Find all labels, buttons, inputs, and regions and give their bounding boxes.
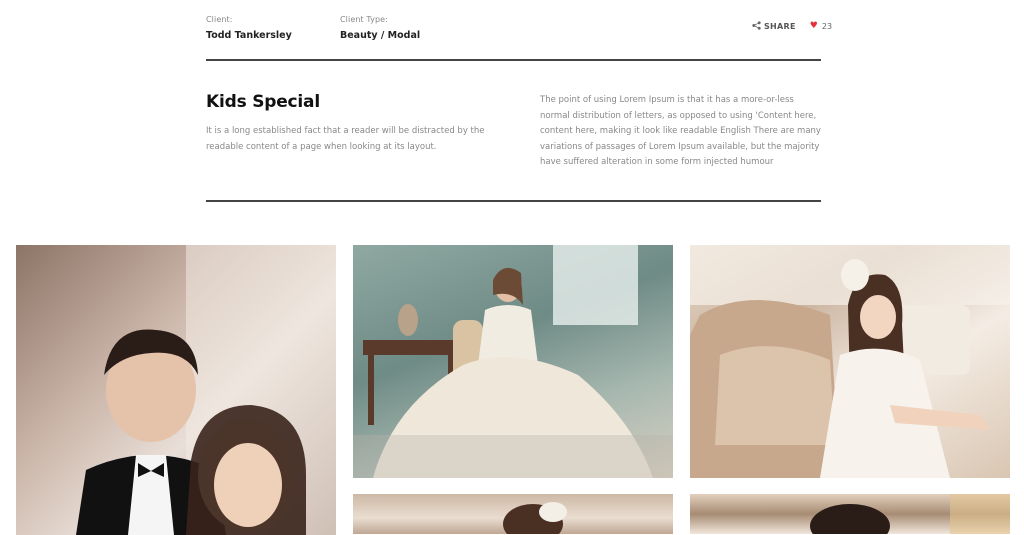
share-icon (752, 21, 761, 32)
share-button[interactable]: SHARE (752, 21, 796, 32)
project-description: The point of using Lorem Ipsum is that i… (540, 95, 821, 167)
bride-photo-4[interactable] (353, 494, 673, 534)
like-button[interactable]: ♥ 23 (809, 21, 833, 32)
client-type-label: Client Type: (340, 15, 388, 24)
bride-seated-by-window-photo[interactable] (353, 245, 673, 478)
divider-bottom (206, 200, 821, 202)
client-type-value: Beauty / Modal (340, 30, 421, 41)
share-label: SHARE (764, 22, 796, 31)
client-info: Client: Todd Tankersley (206, 15, 292, 41)
project-meta: Client: Todd Tankersley Client Type: Bea… (0, 0, 1024, 60)
bride-on-sofa-photo[interactable] (690, 245, 1010, 478)
heart-icon: ♥ (809, 21, 818, 31)
client-type-info: Client Type: Beauty / Modal (340, 15, 420, 41)
likes-count: 23 (821, 22, 833, 31)
couple-photo-5[interactable] (690, 494, 1010, 534)
couple-portrait-photo[interactable] (16, 245, 336, 535)
divider-top (206, 59, 821, 61)
client-value: Todd Tankersley (206, 30, 292, 41)
project-title: Kids Special (206, 92, 320, 112)
post-actions: SHARE ♥ 23 (752, 21, 832, 32)
project-lead: It is a long established fact that a rea… (206, 126, 485, 152)
client-label: Client: (206, 15, 233, 24)
